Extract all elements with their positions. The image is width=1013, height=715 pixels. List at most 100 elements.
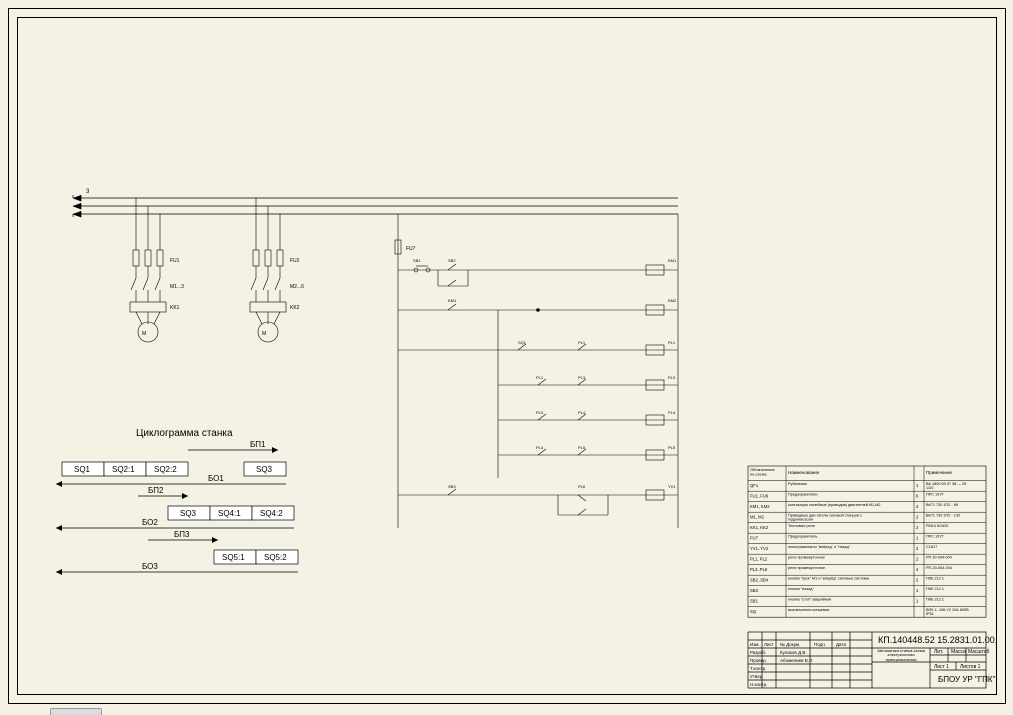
svg-text:PL1, PL2: PL1, PL2 (750, 557, 768, 562)
svg-text:YV1..YV2: YV1..YV2 (750, 546, 769, 551)
control-bus: FU7 (395, 214, 678, 528)
svg-text:кнопка "стоп" аварийная: кнопка "стоп" аварийная (788, 598, 831, 602)
tb-massa: Масса (951, 649, 966, 655)
svg-text:2: 2 (916, 546, 919, 551)
motor-branch-2: M (250, 198, 286, 342)
svg-text:контакторы линейные (приводов): контакторы линейные (приводов) двигателе… (788, 503, 880, 507)
svg-text:SB2..SB4: SB2..SB4 (750, 578, 769, 583)
cyc-sq3: SQ3 (256, 465, 273, 474)
svg-text:SB3: SB3 (750, 588, 759, 593)
svg-text:PL4: PL4 (578, 410, 586, 415)
svg-text:QF1: QF1 (750, 483, 759, 488)
svg-text:РП-20-004-004: РП-20-004-004 (926, 566, 952, 570)
bus-label-3: 3 (86, 189, 90, 195)
motor-branch-1: M (130, 198, 166, 342)
cyc-bo1: БО1 (208, 474, 224, 483)
svg-text:SQ1: SQ1 (518, 340, 527, 345)
svg-text:ПКЕ 212.1: ПКЕ 212.1 (926, 598, 944, 602)
svg-text:РМ10 КО420: РМ10 КО420 (926, 524, 948, 528)
svg-text:PL3: PL3 (536, 410, 544, 415)
svg-text:FU7: FU7 (406, 246, 416, 252)
svg-text:С1817: С1817 (926, 545, 937, 549)
title-block: КП.140448.52 15.2831.01.00.ЭЗ (748, 632, 996, 688)
svg-text:2: 2 (916, 504, 919, 509)
svg-text:KM1: KM1 (668, 258, 677, 263)
schematic-svg: 3 (18, 18, 996, 694)
kk2-label: KK2 (290, 305, 300, 311)
svg-text:Предохранитель: Предохранитель (788, 535, 817, 539)
svg-text:ПКЕ 212.1: ПКЕ 212.1 (926, 587, 944, 591)
cyc-bp2: БП2 (148, 486, 164, 495)
cyc-bp1: БП1 (250, 440, 266, 449)
cyc-bo3: БО3 (142, 562, 158, 571)
svg-text:M: M (142, 331, 146, 337)
svg-text:KM1: KM1 (448, 298, 457, 303)
svg-text:SQ: SQ (750, 609, 757, 614)
svg-text:кнопка "назад": кнопка "назад" (788, 587, 814, 591)
cyc-sq22: SQ2:2 (154, 465, 177, 474)
cyc-r2-1: SQ4:1 (218, 509, 241, 518)
svg-text:2: 2 (916, 515, 919, 520)
svg-text:PL6: PL6 (578, 484, 586, 489)
svg-text:Примечание: Примечание (926, 470, 953, 475)
kk1-label: KK1 (170, 305, 180, 311)
svg-text:1: 1 (916, 599, 919, 604)
svg-text:РП 20-004-004: РП 20-004-004 (926, 556, 952, 560)
svg-text:Предохранители: Предохранители (788, 493, 818, 497)
svg-text:ВК71 730 1П2 - 130: ВК71 730 1П2 - 130 (926, 514, 960, 518)
cyc-bo2: БО2 (142, 518, 158, 527)
svg-text:реле промежуточное: реле промежуточное (788, 556, 825, 560)
cyclogram: Циклограмма станка SQ1 SQ2:1 SQ2:2 SQ3 Б… (56, 428, 298, 575)
tb-name1: Кулаков Д.В. (780, 650, 807, 655)
tb-institution: БПОУ УР "ГПК" (938, 675, 996, 684)
svg-text:PL1: PL1 (536, 375, 544, 380)
svg-text:6: 6 (916, 494, 919, 499)
sheet-tab[interactable] (50, 708, 102, 715)
drawing-frame: 3 (17, 17, 997, 695)
svg-text:2: 2 (916, 525, 919, 530)
tb-mashtab: Масштаб (968, 649, 990, 655)
svg-text:YV1: YV1 (668, 484, 676, 489)
svg-text:PL4: PL4 (536, 445, 544, 450)
m1-ref: M1...3 (170, 284, 184, 290)
tb-center: Автоматика станка-схема электрическая пр… (874, 649, 928, 662)
svg-text:Наименование: Наименование (788, 470, 820, 475)
m2-ref: M2...6 (290, 284, 304, 290)
cyclogram-title: Циклограмма станка (136, 428, 233, 439)
svg-text:PL4: PL4 (668, 410, 676, 415)
tb-name2: Абомелиев В.П. (780, 658, 814, 663)
svg-text:1: 1 (916, 536, 919, 541)
svg-text:Тепловые реле: Тепловые реле (788, 524, 815, 528)
svg-text:1/20: 1/20 (926, 486, 933, 490)
tb-data: Дата (836, 642, 846, 647)
rung-labels: SB1SB2KM1 KM1KM2 SQ1PL1PL1 PL1PL3PL3 PL3… (413, 258, 677, 489)
svg-text:электромагниты "впёред" и "наз: электромагниты "впёред" и "назад" (788, 545, 851, 549)
tb-nkontr: Н.контр. (750, 682, 767, 687)
svg-text:PL1: PL1 (578, 340, 586, 345)
svg-text:KK1, KK2: KK1, KK2 (750, 525, 769, 530)
svg-text:1: 1 (916, 588, 919, 593)
tb-izm: Изм. (750, 642, 760, 647)
svg-text:SB1: SB1 (750, 599, 759, 604)
svg-text:выключатели концевые: выключатели концевые (788, 608, 830, 612)
tb-list: Лист (764, 642, 774, 647)
tb-lit: Лит. (934, 649, 943, 655)
svg-text:FU7: FU7 (750, 536, 759, 541)
tb-listov: Листов 1 (960, 664, 981, 670)
tb-prover: Провер. (750, 658, 767, 663)
tb-razrab: Разраб. (750, 650, 766, 655)
svg-text:M1, M2: M1, M2 (750, 515, 765, 520)
drawing-page: 3 (8, 8, 1006, 704)
cyc-r2-0: SQ3 (180, 509, 197, 518)
svg-text:M: M (262, 331, 266, 337)
svg-text:SB3: SB3 (448, 484, 456, 489)
svg-text:2: 2 (916, 557, 919, 562)
svg-text:ПРС 10УТ: ПРС 10УТ (926, 535, 945, 539)
tb-tkontr: T.контр. (750, 666, 766, 671)
svg-text:PL3: PL3 (668, 375, 676, 380)
fu2-label: FU2 (290, 258, 300, 264)
cyc-r2-2: SQ4:2 (260, 509, 283, 518)
svg-text:SB1: SB1 (413, 258, 421, 263)
drawing-number: КП.140448.52 15.2831.01.00.ЭЗ (878, 635, 996, 645)
svg-text:ПРС 10УТ: ПРС 10УТ (926, 493, 945, 497)
